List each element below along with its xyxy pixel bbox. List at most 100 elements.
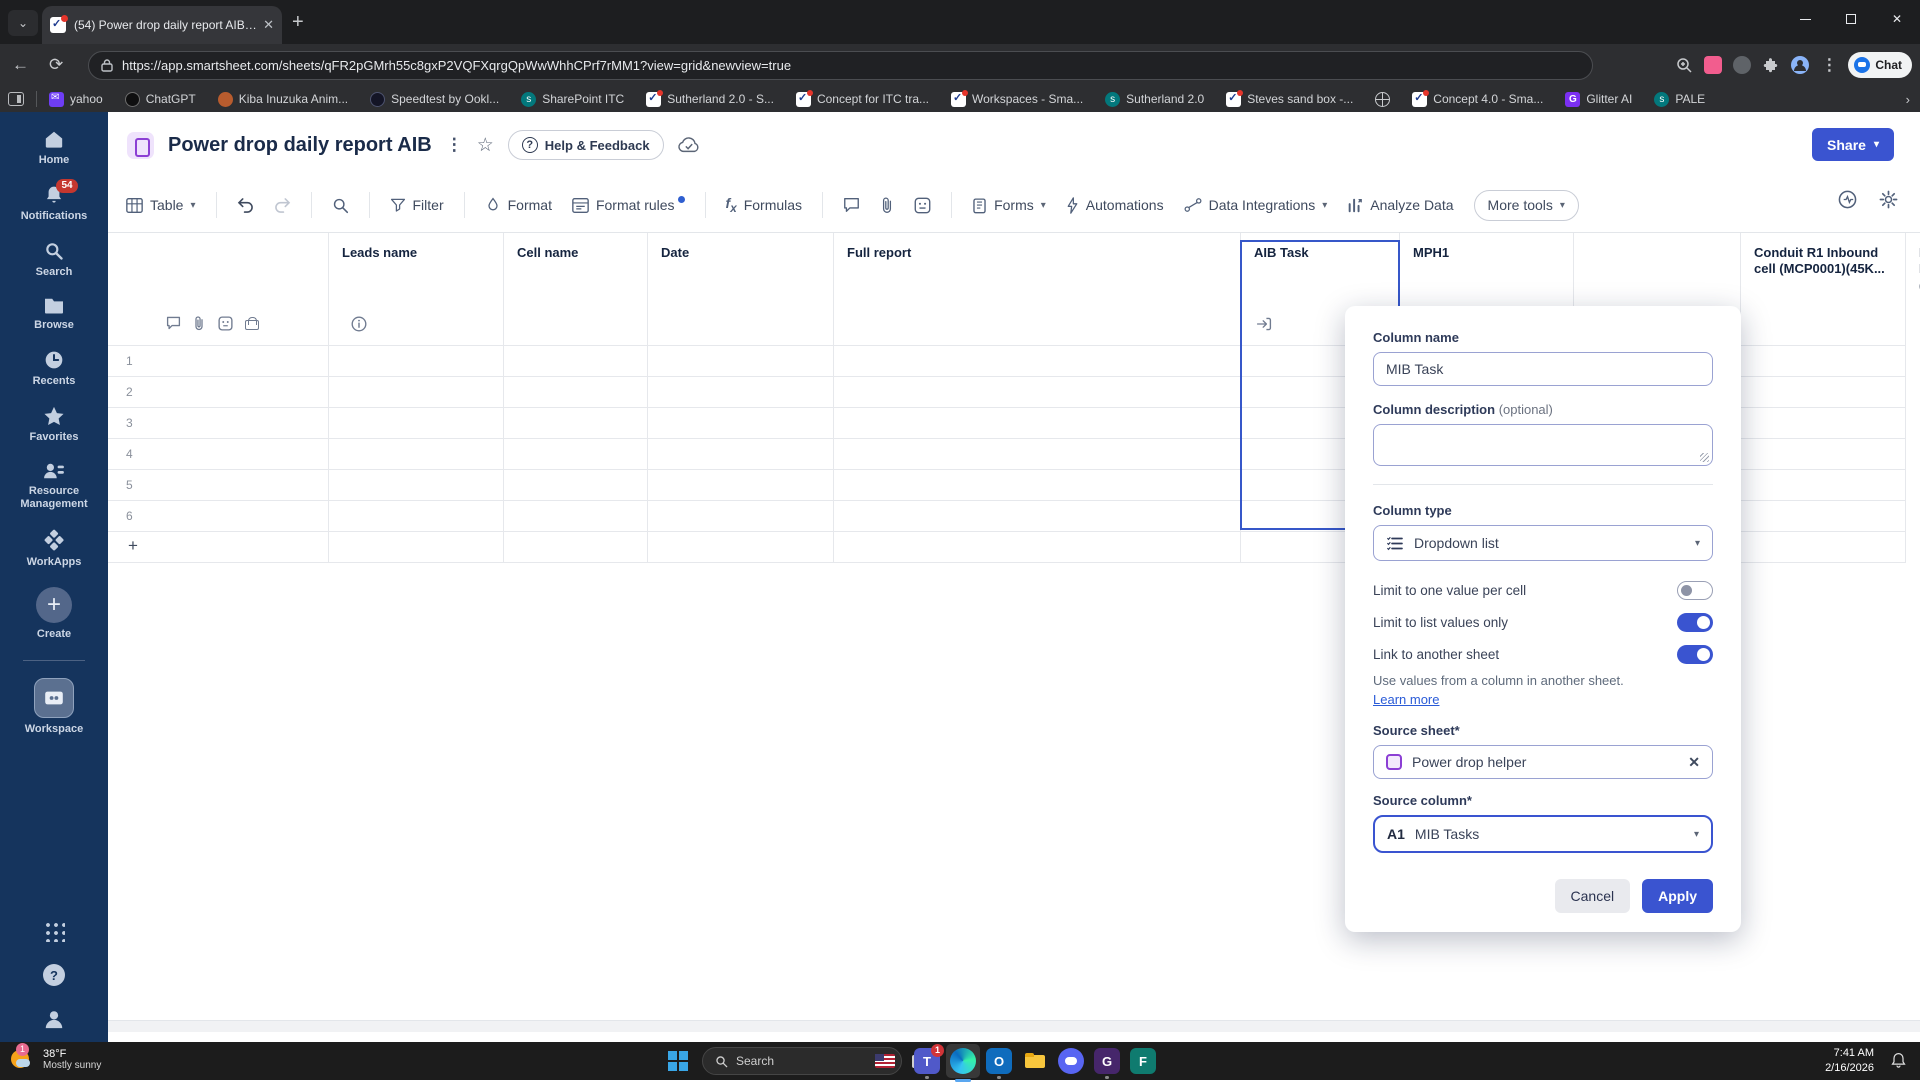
account-icon[interactable] <box>43 1008 65 1030</box>
comment-column-icon[interactable] <box>166 316 181 330</box>
share-button[interactable]: Share ▾ <box>1812 128 1894 161</box>
help-feedback-button[interactable]: ? Help & Feedback <box>508 130 664 160</box>
proofs-button[interactable] <box>914 197 931 214</box>
toggle-limit-list-values[interactable] <box>1677 613 1713 632</box>
lock-icon[interactable] <box>101 59 113 72</box>
row-number[interactable]: 6 <box>126 509 156 523</box>
activity-icon[interactable] <box>1838 190 1857 209</box>
data-integrations-button[interactable]: Data Integrations▾ <box>1184 197 1328 213</box>
bookmark-item[interactable]: Workspaces - Sma... <box>951 92 1083 107</box>
formulas-button[interactable]: fx Formulas <box>726 195 803 215</box>
attachments-button[interactable] <box>880 197 894 214</box>
browser-menu-icon[interactable]: ⋮ <box>1821 55 1837 75</box>
notification-bell-icon[interactable] <box>1891 1052 1906 1068</box>
tab-close-icon[interactable]: ✕ <box>263 17 274 33</box>
gimp-app-icon[interactable]: G <box>1094 1048 1120 1074</box>
view-switcher-table[interactable]: Table▾ <box>126 197 196 214</box>
column-type-select[interactable]: Dropdown list ▾ <box>1373 525 1713 561</box>
zoom-icon[interactable] <box>1676 57 1693 74</box>
browser-tab[interactable]: (54) Power drop daily report AIB - S ✕ <box>42 6 282 44</box>
more-tools-button[interactable]: More tools▾ <box>1474 190 1579 221</box>
column-header[interactable]: Leads name <box>342 245 492 261</box>
taskbar-search[interactable]: Search <box>702 1047 902 1075</box>
column-name-input[interactable]: MIB Task <box>1373 352 1713 386</box>
forms-app-icon[interactable]: F <box>1130 1048 1156 1074</box>
start-button[interactable] <box>668 1051 688 1071</box>
info-icon[interactable] <box>351 316 367 332</box>
row-number[interactable]: 1 <box>126 354 156 368</box>
chat-button[interactable]: Chat <box>1848 52 1912 78</box>
toggle-limit-one-value[interactable] <box>1677 581 1713 600</box>
sidebar-item-workapps[interactable]: WorkApps <box>0 529 108 570</box>
learn-more-link[interactable]: Learn more <box>1373 692 1439 707</box>
tab-search-button[interactable]: ⌄ <box>8 10 38 36</box>
refresh-icon[interactable]: ⟳ <box>49 55 63 75</box>
bookmark-item[interactable]: Steves sand box -... <box>1226 92 1353 107</box>
column-header[interactable]: Cell name <box>517 245 637 261</box>
add-row-button[interactable]: + <box>128 536 138 556</box>
sidebar-item-search[interactable]: Search <box>0 241 108 280</box>
bookmark-item[interactable]: sPALE <box>1654 92 1705 107</box>
address-bar[interactable]: https://app.smartsheet.com/sheets/qFR2pG… <box>88 51 1593 80</box>
filter-button[interactable]: Filter <box>390 197 444 213</box>
side-panel-icon[interactable] <box>8 92 24 106</box>
extensions-puzzle-icon[interactable] <box>1762 57 1779 74</box>
comments-button[interactable] <box>843 197 860 213</box>
back-icon[interactable]: ← <box>12 55 29 75</box>
forms-button[interactable]: Forms▾ <box>972 197 1046 214</box>
help-icon[interactable]: ? <box>43 964 65 986</box>
column-header[interactable]: Full report <box>847 245 1147 261</box>
bookmark-item[interactable]: ChatGPT <box>125 92 196 107</box>
bookmark-item[interactable]: GGlitter AI <box>1565 92 1632 107</box>
discord-app-icon[interactable] <box>1058 1048 1084 1074</box>
sheet-title[interactable]: Power drop daily report AIB <box>168 134 432 157</box>
extension-icon[interactable] <box>1733 56 1751 74</box>
minimize-button[interactable] <box>1782 0 1828 38</box>
lock-column-icon[interactable] <box>245 317 257 335</box>
outlook-app-icon[interactable]: O <box>986 1048 1012 1074</box>
weather-widget[interactable]: 1 38°F Mostly sunny <box>8 1045 101 1073</box>
sidebar-item-workspace[interactable]: Workspace <box>0 678 108 737</box>
bookmarks-overflow-icon[interactable]: › <box>1906 92 1910 107</box>
clear-icon[interactable]: ✕ <box>1688 754 1700 771</box>
sidebar-item-resource-management[interactable]: Resource Management <box>0 462 108 513</box>
column-description-input[interactable] <box>1373 424 1713 466</box>
bookmark-item[interactable]: Concept for ITC tra... <box>796 92 929 107</box>
column-header[interactable]: Date <box>661 245 821 261</box>
apply-button[interactable]: Apply <box>1642 879 1713 913</box>
bookmark-item[interactable]: Kiba Inuzuka Anim... <box>218 92 348 107</box>
extension-icon[interactable] <box>1704 56 1722 74</box>
automations-button[interactable]: Automations <box>1066 197 1164 214</box>
teams-app-icon[interactable]: T <box>914 1048 940 1074</box>
new-tab-button[interactable]: + <box>292 12 304 32</box>
profile-avatar[interactable] <box>1790 55 1810 75</box>
sidebar-item-home[interactable]: Home <box>0 129 108 168</box>
sheet-menu-icon[interactable]: ⋮ <box>446 135 463 155</box>
edge-app-icon[interactable] <box>946 1044 980 1078</box>
column-header[interactable]: Conduit R1 Inbound cell (MCP0001)(45K... <box>1754 245 1889 278</box>
source-column-select[interactable]: A1 MIB Tasks ▾ <box>1373 815 1713 853</box>
redo-button[interactable] <box>274 198 291 213</box>
bookmark-item[interactable] <box>1375 92 1390 107</box>
row-number[interactable]: 5 <box>126 478 156 492</box>
close-button[interactable]: ✕ <box>1874 0 1920 38</box>
format-rules-button[interactable]: Format rules <box>572 197 685 214</box>
search-button[interactable] <box>332 197 349 214</box>
column-header[interactable]: MPH1 <box>1413 245 1553 261</box>
bookmark-item[interactable]: sSharePoint ITC <box>521 92 624 107</box>
analyze-data-button[interactable]: Analyze Data <box>1347 197 1453 213</box>
apps-grid-icon[interactable] <box>43 920 65 942</box>
toggle-link-another-sheet[interactable] <box>1677 645 1713 664</box>
gear-icon[interactable] <box>1879 190 1898 209</box>
row-number[interactable]: 4 <box>126 447 156 461</box>
bookmark-item[interactable]: Sutherland 2.0 - S... <box>646 92 774 107</box>
cancel-button[interactable]: Cancel <box>1555 879 1631 913</box>
sidebar-item-recents[interactable]: Recents <box>0 350 108 389</box>
favorite-star-icon[interactable]: ☆ <box>477 134 494 157</box>
bookmark-item[interactable]: sSutherland 2.0 <box>1105 92 1204 107</box>
attachment-column-icon[interactable] <box>193 316 205 331</box>
row-number[interactable]: 2 <box>126 385 156 399</box>
bookmark-item[interactable]: Speedtest by Ookl... <box>370 92 499 107</box>
sidebar-item-favorites[interactable]: Favorites <box>0 406 108 445</box>
row-number[interactable]: 3 <box>126 416 156 430</box>
